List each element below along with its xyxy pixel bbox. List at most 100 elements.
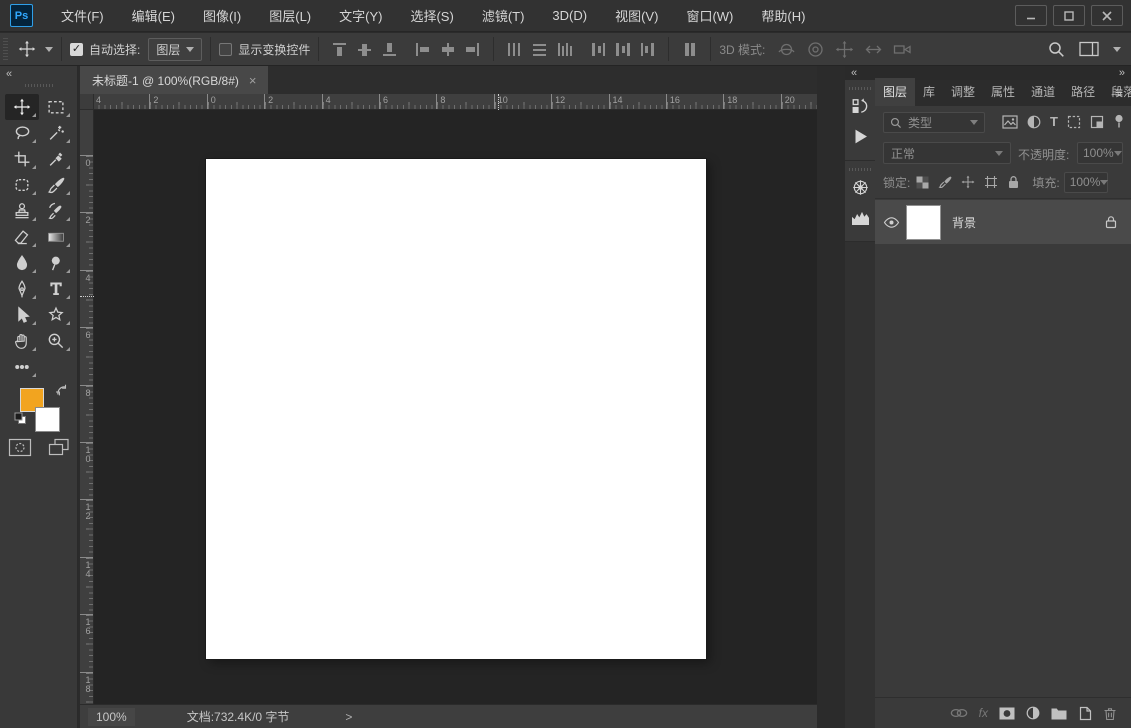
rectangular-marquee-tool[interactable] (39, 94, 73, 120)
move-tool[interactable] (5, 94, 39, 120)
distribute-right-edges-icon[interactable] (639, 41, 656, 58)
filter-pixel-layers-icon[interactable] (1002, 115, 1018, 129)
tab-libraries[interactable]: 库 (915, 78, 943, 106)
type-tool[interactable]: T (39, 276, 73, 302)
3d-orbit-icon[interactable] (777, 40, 796, 59)
tab-adjustments[interactable]: 调整 (943, 78, 983, 106)
default-colors-icon[interactable] (14, 412, 27, 425)
lock-artboard-icon[interactable] (984, 175, 998, 189)
layer-filter-field[interactable]: 类型 (883, 112, 985, 133)
clone-stamp-tool[interactable] (5, 198, 39, 224)
layer-row-background[interactable]: 背景 (875, 200, 1131, 244)
tools-drag-handle[interactable] (25, 84, 53, 87)
edit-toolbar-ellipsis-icon[interactable] (5, 354, 39, 380)
menu-item[interactable]: 图层(L) (255, 0, 325, 31)
menu-item[interactable]: 帮助(H) (747, 0, 819, 31)
histogram-panel-icon[interactable] (845, 203, 875, 231)
menu-item[interactable]: 滤镜(T) (468, 0, 539, 31)
brush-tool[interactable] (39, 172, 73, 198)
search-icon[interactable] (1048, 41, 1065, 58)
eyedropper-tool[interactable] (39, 146, 73, 172)
layer-thumbnail[interactable] (907, 206, 940, 239)
canvas[interactable] (206, 159, 706, 659)
new-group-folder-icon[interactable] (1051, 707, 1067, 720)
history-brush-tool[interactable] (39, 198, 73, 224)
auto-select-target-dropdown[interactable]: 图层 (148, 38, 202, 61)
auto-select-checkbox[interactable]: ✓ (70, 43, 83, 56)
align-horizontal-centers-icon[interactable] (439, 41, 456, 58)
menu-item[interactable]: 选择(S) (396, 0, 467, 31)
tab-paths[interactable]: 路径 (1063, 78, 1103, 106)
hand-tool[interactable] (5, 328, 39, 354)
filter-type-layers-icon[interactable]: T (1050, 114, 1058, 129)
menu-item[interactable]: 3D(D) (538, 2, 601, 29)
custom-shape-tool[interactable] (39, 302, 73, 328)
blend-mode-dropdown[interactable]: 正常 (883, 142, 1011, 164)
new-layer-icon[interactable] (1078, 706, 1092, 721)
tool-preset-caret-icon[interactable] (45, 47, 53, 52)
status-flyout-chevron[interactable]: > (345, 710, 352, 724)
blur-tool[interactable] (5, 250, 39, 276)
align-top-edges-icon[interactable] (331, 41, 348, 58)
filter-smart-objects-icon[interactable] (1090, 115, 1104, 129)
layer-style-fx-icon[interactable]: fx (979, 706, 988, 720)
close-tab-icon[interactable]: × (249, 73, 257, 88)
filter-adjustment-layers-icon[interactable] (1027, 115, 1041, 129)
gradient-tool[interactable] (39, 224, 73, 250)
navigator-panel-icon[interactable] (845, 173, 875, 201)
menu-item[interactable]: 文件(F) (47, 0, 118, 31)
3d-pan-icon[interactable] (835, 40, 854, 59)
lock-position-icon[interactable] (961, 175, 975, 189)
background-color-swatch[interactable] (35, 407, 60, 432)
expand-strip-icon[interactable]: « (845, 66, 875, 80)
menu-item[interactable]: 图像(I) (189, 0, 255, 31)
3d-slide-icon[interactable] (864, 40, 883, 59)
distribute-left-edges-icon[interactable] (589, 41, 606, 58)
menu-item[interactable]: 窗口(W) (672, 0, 747, 31)
panel-menu-icon[interactable]: ≡ (1115, 84, 1123, 100)
lock-transparency-icon[interactable] (916, 176, 929, 189)
zoom-tool[interactable] (39, 328, 73, 354)
maximize-button[interactable] (1053, 5, 1085, 26)
new-adjustment-layer-icon[interactable] (1026, 706, 1040, 720)
actions-panel-icon[interactable] (845, 122, 875, 150)
history-panel-icon[interactable] (845, 92, 875, 120)
tab-properties[interactable]: 属性 (983, 78, 1023, 106)
strip-drag-handle[interactable] (849, 168, 871, 171)
distribute-vertical-centers-icon[interactable] (531, 41, 548, 58)
distribute-top-edges-icon[interactable] (506, 41, 523, 58)
align-vertical-centers-icon[interactable] (356, 41, 373, 58)
tab-layers[interactable]: 图层 (875, 78, 915, 106)
align-left-edges-icon[interactable] (414, 41, 431, 58)
distribute-spacing-icon[interactable] (681, 41, 698, 58)
zoom-level-field[interactable]: 100% (88, 708, 135, 726)
filter-toggle-icon[interactable] (1113, 114, 1125, 129)
pen-tool[interactable] (5, 276, 39, 302)
3d-roll-icon[interactable] (806, 40, 825, 59)
filter-shape-layers-icon[interactable] (1067, 115, 1081, 129)
crop-tool[interactable] (5, 146, 39, 172)
close-button[interactable] (1091, 5, 1123, 26)
quick-mask-button[interactable] (8, 438, 32, 457)
fill-field[interactable]: 100% (1064, 172, 1108, 193)
menu-item[interactable]: 文字(Y) (325, 0, 396, 31)
dodge-tool[interactable] (39, 250, 73, 276)
tab-channels[interactable]: 通道 (1023, 78, 1063, 106)
workspace-switcher-icon[interactable] (1079, 41, 1099, 57)
lock-pixels-icon[interactable] (938, 175, 952, 189)
layer-visibility-eye-icon[interactable] (875, 216, 907, 229)
3d-camera-icon[interactable] (893, 40, 912, 59)
path-selection-tool[interactable] (5, 302, 39, 328)
options-drag-handle[interactable] (3, 38, 8, 60)
align-right-edges-icon[interactable] (464, 41, 481, 58)
magic-wand-tool[interactable] (39, 120, 73, 146)
distribute-bottom-edges-icon[interactable] (556, 41, 573, 58)
opacity-field[interactable]: 100% (1077, 142, 1123, 164)
distribute-horizontal-centers-icon[interactable] (614, 41, 631, 58)
lock-all-icon[interactable] (1007, 175, 1020, 189)
link-layers-icon[interactable] (950, 707, 968, 719)
collapse-tools-icon[interactable]: « (0, 66, 77, 80)
minimize-button[interactable] (1015, 5, 1047, 26)
workspace-caret-icon[interactable] (1113, 47, 1121, 52)
add-layer-mask-icon[interactable] (999, 707, 1015, 720)
